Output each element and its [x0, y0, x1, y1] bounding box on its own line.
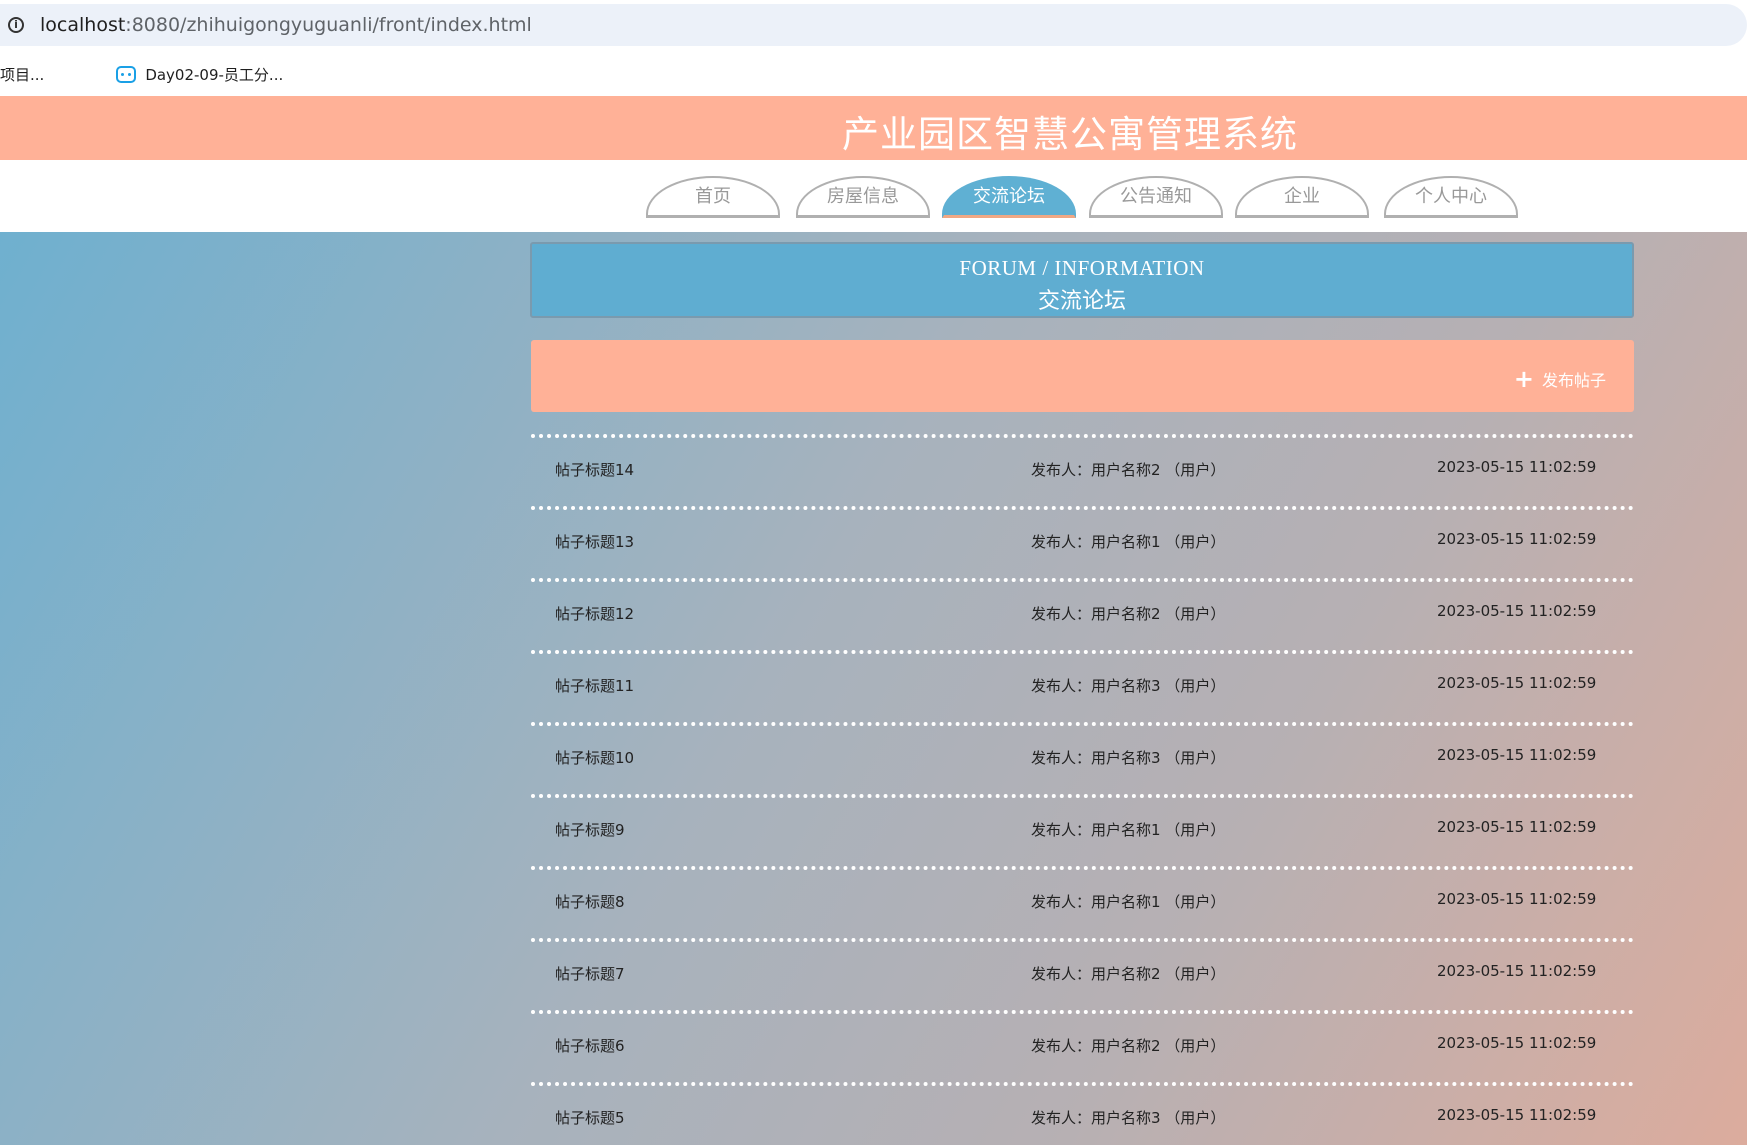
post-author: 发布人：用户名称2 （用户）: [1031, 965, 1226, 983]
main-content: FORUM / INFORMATION 交流论坛 + 发布帖子 帖子标题14 发…: [0, 232, 1747, 1145]
url-field[interactable]: i localhost:8080/zhihuigongyuguanli/fron…: [0, 4, 1747, 46]
row-divider: [531, 1082, 1634, 1086]
main-nav: 首页 房屋信息 交流论坛 公告通知 企业 个人中心: [0, 160, 1747, 232]
tab-forum[interactable]: 交流论坛: [942, 176, 1076, 218]
row-divider: [531, 578, 1634, 582]
tab-personal-center[interactable]: 个人中心: [1384, 176, 1518, 218]
tab-label: 交流论坛: [973, 186, 1045, 207]
bookmark-label: Day02-09-员工分...: [145, 65, 284, 84]
tab-label: 首页: [695, 186, 731, 207]
post-title[interactable]: 帖子标题5: [555, 1107, 625, 1128]
post-time: 2023-05-15 11:02:59: [1437, 962, 1597, 980]
post-title[interactable]: 帖子标题6: [555, 1035, 625, 1056]
post-time: 2023-05-15 11:02:59: [1437, 890, 1597, 908]
site-header: 产业园区智慧公寓管理系统: [0, 96, 1747, 160]
site-title: 产业园区智慧公寓管理系统: [842, 113, 1298, 156]
row-divider: [531, 866, 1634, 870]
post-time: 2023-05-15 11:02:59: [1437, 458, 1597, 476]
post-author: 发布人：用户名称2 （用户）: [1031, 605, 1226, 623]
post-author: 发布人：用户名称2 （用户）: [1031, 1037, 1226, 1055]
post-author: 发布人：用户名称2 （用户）: [1031, 461, 1226, 479]
tab-house-info[interactable]: 房屋信息: [796, 176, 930, 218]
post-row[interactable]: 帖子标题9 发布人：用户名称1 （用户） 2023-05-15 11:02:59: [531, 794, 1634, 866]
bilibili-icon: [116, 65, 137, 83]
row-divider: [531, 794, 1634, 798]
plus-icon: +: [1513, 365, 1534, 393]
post-list: 帖子标题14 发布人：用户名称2 （用户） 2023-05-15 11:02:5…: [531, 434, 1634, 1145]
post-row[interactable]: 帖子标题13 发布人：用户名称1 （用户） 2023-05-15 11:02:5…: [531, 506, 1634, 578]
post-author: 发布人：用户名称1 （用户）: [1031, 893, 1226, 911]
browser-address-bar: i localhost:8080/zhihuigongyuguanli/fron…: [0, 0, 1747, 48]
url-host: localhost: [40, 14, 126, 36]
post-title[interactable]: 帖子标题12: [555, 603, 634, 624]
url-text[interactable]: localhost:8080/zhihuigongyuguanli/front/…: [40, 14, 532, 36]
bookmark-item[interactable]: 项目...: [0, 64, 44, 85]
post-title[interactable]: 帖子标题14: [555, 459, 634, 480]
tab-notice[interactable]: 公告通知: [1089, 176, 1223, 218]
publish-post-label: 发布帖子: [1541, 371, 1606, 390]
post-author: 发布人：用户名称3 （用户）: [1031, 1109, 1226, 1127]
post-title[interactable]: 帖子标题8: [555, 891, 625, 912]
post-title[interactable]: 帖子标题9: [555, 819, 625, 840]
bookmark-item[interactable]: Day02-09-员工分...: [116, 64, 283, 85]
post-time: 2023-05-15 11:02:59: [1437, 1106, 1597, 1124]
bookmarks-bar: 项目... Day02-09-员工分...: [0, 52, 1747, 96]
tab-home[interactable]: 首页: [646, 176, 780, 218]
row-divider: [531, 650, 1634, 654]
post-author: 发布人：用户名称3 （用户）: [1031, 749, 1226, 767]
post-row[interactable]: 帖子标题14 发布人：用户名称2 （用户） 2023-05-15 11:02:5…: [531, 434, 1634, 506]
row-divider: [531, 434, 1634, 438]
post-title[interactable]: 帖子标题13: [555, 531, 634, 552]
publish-post-button[interactable]: + 发布帖子: [1514, 367, 1606, 391]
section-banner: FORUM / INFORMATION 交流论坛: [530, 242, 1634, 318]
post-time: 2023-05-15 11:02:59: [1437, 746, 1597, 764]
post-row[interactable]: 帖子标题5 发布人：用户名称3 （用户） 2023-05-15 11:02:59: [531, 1082, 1634, 1145]
post-row[interactable]: 帖子标题10 发布人：用户名称3 （用户） 2023-05-15 11:02:5…: [531, 722, 1634, 794]
post-title[interactable]: 帖子标题7: [555, 963, 625, 984]
tab-enterprise[interactable]: 企业: [1235, 176, 1369, 218]
post-title[interactable]: 帖子标题10: [555, 747, 634, 768]
tab-label: 房屋信息: [827, 186, 899, 207]
post-row[interactable]: 帖子标题11 发布人：用户名称3 （用户） 2023-05-15 11:02:5…: [531, 650, 1634, 722]
tab-label: 企业: [1284, 186, 1320, 207]
post-author: 发布人：用户名称3 （用户）: [1031, 677, 1226, 695]
post-row[interactable]: 帖子标题8 发布人：用户名称1 （用户） 2023-05-15 11:02:59: [531, 866, 1634, 938]
row-divider: [531, 938, 1634, 942]
row-divider: [531, 1010, 1634, 1014]
post-time: 2023-05-15 11:02:59: [1437, 602, 1597, 620]
row-divider: [531, 722, 1634, 726]
post-row[interactable]: 帖子标题6 发布人：用户名称2 （用户） 2023-05-15 11:02:59: [531, 1010, 1634, 1082]
url-path: :8080/zhihuigongyuguanli/front/index.htm…: [125, 14, 532, 36]
bookmark-label: 项目...: [0, 65, 45, 84]
post-row[interactable]: 帖子标题7 发布人：用户名称2 （用户） 2023-05-15 11:02:59: [531, 938, 1634, 1010]
post-time: 2023-05-15 11:02:59: [1437, 530, 1597, 548]
post-time: 2023-05-15 11:02:59: [1437, 818, 1597, 836]
banner-chinese-title: 交流论坛: [1037, 288, 1126, 313]
tab-label: 个人中心: [1415, 186, 1487, 207]
post-author: 发布人：用户名称1 （用户）: [1031, 821, 1226, 839]
post-time: 2023-05-15 11:02:59: [1437, 674, 1597, 692]
banner-english-title: FORUM / INFORMATION: [959, 256, 1205, 280]
site-info-icon[interactable]: i: [8, 17, 24, 33]
action-bar: + 发布帖子: [531, 340, 1634, 412]
tab-label: 公告通知: [1120, 186, 1192, 207]
post-time: 2023-05-15 11:02:59: [1437, 1034, 1597, 1052]
row-divider: [531, 506, 1634, 510]
post-author: 发布人：用户名称1 （用户）: [1031, 533, 1226, 551]
post-row[interactable]: 帖子标题12 发布人：用户名称2 （用户） 2023-05-15 11:02:5…: [531, 578, 1634, 650]
post-title[interactable]: 帖子标题11: [555, 675, 634, 696]
